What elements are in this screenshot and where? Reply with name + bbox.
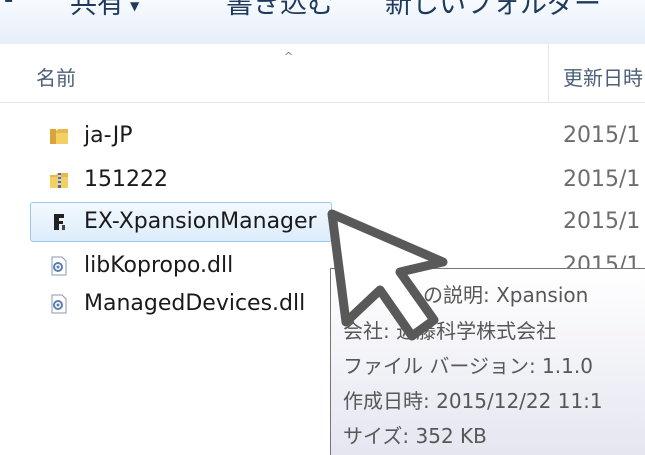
file-row[interactable]: ja-JP 2015/1 xyxy=(0,119,645,153)
column-date-header[interactable]: 更新日時 xyxy=(563,62,643,91)
file-name: libKopropo.dll xyxy=(84,253,234,278)
dll-icon xyxy=(51,294,67,314)
chevron-down-icon: ▼ xyxy=(130,0,140,13)
toolbar-bullet: ▪ xyxy=(4,0,14,6)
mouse-pointer-icon xyxy=(327,209,448,341)
file-date: 2015/1 xyxy=(563,209,641,234)
share-label: 共有 xyxy=(70,0,124,20)
file-date: 2015/1 xyxy=(563,123,641,148)
app-icon xyxy=(54,214,65,230)
burn-label: 書き込む xyxy=(226,0,334,20)
new-folder-button[interactable]: 新しいフォルダー xyxy=(385,0,601,21)
file-date: 2015/1 xyxy=(563,167,641,192)
command-bar: ▪ 共有 ▼ 書き込む 新しいフォルダー xyxy=(0,0,645,45)
column-name-header[interactable]: 名前 xyxy=(36,62,76,91)
file-name: 151222 xyxy=(84,167,168,192)
tooltip-created: 作成日時: 2015/12/22 11:1 xyxy=(343,389,603,413)
share-button[interactable]: 共有 ▼ xyxy=(70,0,139,21)
column-divider[interactable] xyxy=(548,44,549,102)
explorer-window: ▪ 共有 ▼ 書き込む 新しいフォルダー ^ 名前 更新日時 ja-JP 2015… xyxy=(0,0,645,455)
file-name: EX-XpansionManager xyxy=(84,209,317,234)
tooltip-size: サイズ: 352 KB xyxy=(343,424,487,448)
dll-icon xyxy=(51,256,67,276)
burn-button[interactable]: 書き込む xyxy=(226,0,334,21)
new-folder-label: 新しいフォルダー xyxy=(385,0,601,20)
file-row[interactable]: 151222 2015/1 xyxy=(0,163,645,197)
column-header: ^ 名前 更新日時 xyxy=(0,44,645,103)
sort-ascending-icon: ^ xyxy=(284,50,294,63)
zip-folder-icon xyxy=(50,173,68,188)
tooltip-version: ファイル バージョン: 1.1.0 xyxy=(343,354,593,378)
folder-icon xyxy=(50,129,68,144)
file-name: ja-JP xyxy=(84,123,133,148)
file-name: ManagedDevices.dll xyxy=(84,291,306,316)
